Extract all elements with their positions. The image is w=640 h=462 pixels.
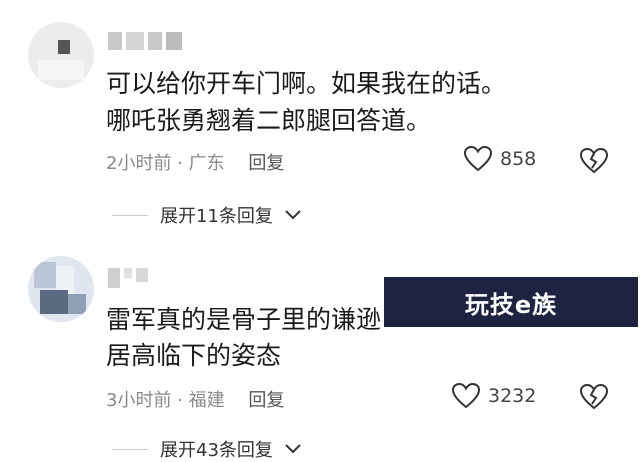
like-count: 3232	[488, 385, 537, 407]
comment-text: 哪吒张勇翘着二郎腿回答道。	[106, 106, 432, 135]
expand-replies-button[interactable]: 展开11条回复	[112, 202, 301, 228]
comment-time: 2小时前	[106, 153, 172, 174]
expand-replies-label: 展开11条回复	[160, 206, 273, 227]
avatar[interactable]	[28, 256, 94, 322]
reply-button[interactable]: 回复	[248, 390, 284, 411]
broken-heart-icon[interactable]	[580, 148, 608, 174]
like-button[interactable]: 3232	[452, 383, 536, 409]
divider-line	[112, 214, 148, 216]
comment-time: 3小时前	[106, 390, 172, 411]
watermark-text: 玩技e族	[464, 290, 558, 319]
expand-replies-label: 展开43条回复	[160, 440, 273, 461]
comment-text: 雷军真的是骨子里的谦逊	[106, 305, 382, 334]
comment-text: 居高临下的姿态	[106, 341, 282, 370]
username-redacted[interactable]	[108, 32, 182, 50]
chevron-down-icon	[285, 210, 301, 220]
comment-meta: 2小时前 · 广东 回复	[106, 149, 284, 175]
heart-outline-icon	[464, 146, 492, 172]
watermark-banner: 玩技e族	[384, 277, 638, 327]
heart-outline-icon	[452, 383, 480, 409]
comment-meta: 3小时前 · 福建 回复	[106, 386, 284, 412]
expand-replies-button[interactable]: 展开43条回复	[112, 436, 301, 462]
reply-button[interactable]: 回复	[248, 153, 284, 174]
comment-location: 广东	[188, 153, 225, 174]
comment-location: 福建	[188, 390, 225, 411]
comment-text: 可以给你开车门啊。如果我在的话。	[106, 69, 507, 98]
like-count: 858	[500, 148, 537, 170]
meta-separator: ·	[177, 153, 189, 174]
meta-separator: ·	[177, 390, 189, 411]
avatar[interactable]	[28, 22, 94, 88]
username-redacted[interactable]	[108, 268, 148, 288]
like-button[interactable]: 858	[464, 146, 536, 172]
divider-line	[112, 448, 148, 450]
broken-heart-icon[interactable]	[580, 384, 608, 410]
